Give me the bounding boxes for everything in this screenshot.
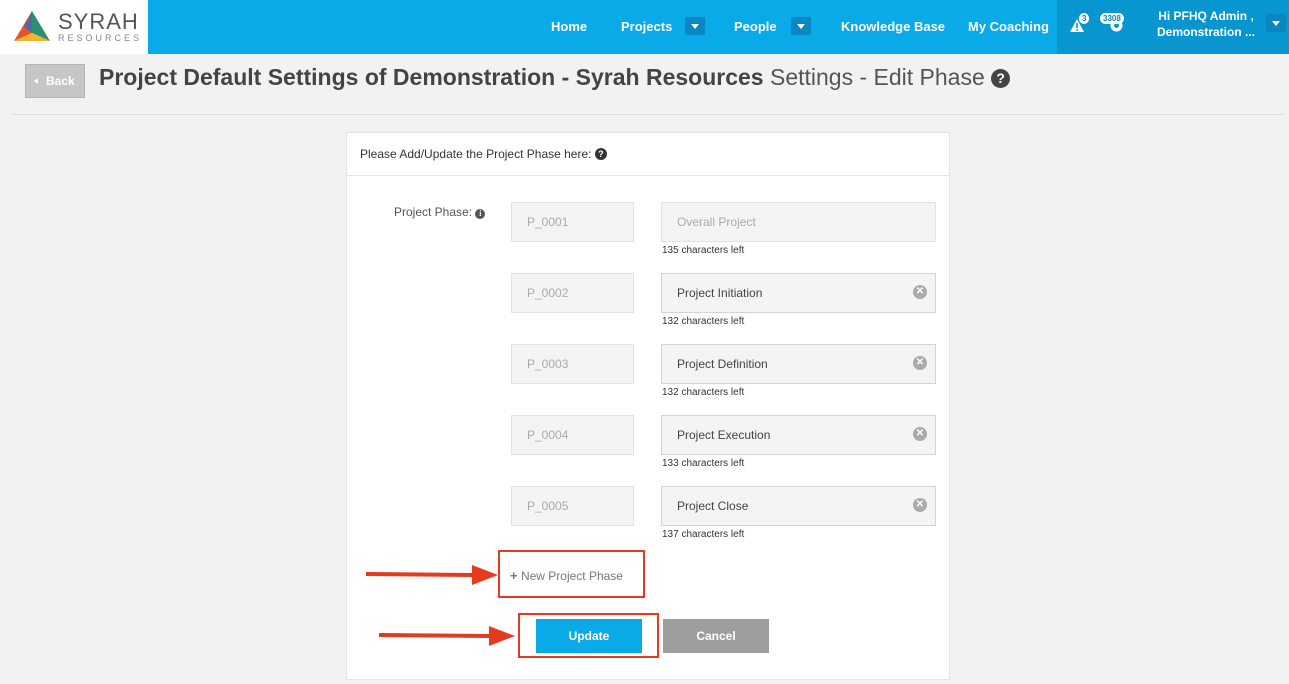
user-organization: Demonstration ... [1156, 25, 1255, 39]
projects-dropdown-button[interactable] [685, 17, 705, 35]
nav-my-coaching[interactable]: My Coaching [968, 0, 1049, 54]
notifications-count-badge: 3308 [1100, 13, 1124, 24]
chars-left: 132 characters left [662, 387, 745, 398]
user-dropdown-button[interactable] [1266, 14, 1286, 32]
nav-people[interactable]: People [734, 0, 777, 54]
phase-name-input[interactable]: Project Definition ✕ [661, 344, 936, 384]
phase-name-value: Project Close [677, 499, 749, 513]
brand-name: SYRAH [58, 9, 139, 34]
clear-icon[interactable]: ✕ [913, 427, 927, 441]
phase-name-value: Project Definition [677, 357, 768, 371]
phase-code-field: P_0004 [511, 415, 634, 455]
top-navbar: SYRAH RESOURCES Home Projects People Kno… [0, 0, 1289, 54]
brand-logo[interactable]: SYRAH RESOURCES [0, 0, 148, 54]
user-greeting: Hi PFHQ Admin , [1158, 9, 1254, 23]
phase-code-field: P_0005 [511, 486, 634, 526]
clear-icon[interactable]: ✕ [913, 356, 927, 370]
phase-name-value: Project Execution [677, 428, 771, 442]
phase-code-field: P_0003 [511, 344, 634, 384]
syrah-logo-icon [14, 11, 50, 41]
phase-name-field: Overall Project [661, 202, 936, 242]
phase-code-field: P_0002 [511, 273, 634, 313]
nav-projects[interactable]: Projects [621, 0, 672, 54]
highlight-box-new-phase [498, 550, 645, 598]
phase-code-field: P_0001 [511, 202, 634, 242]
help-icon[interactable]: ? [991, 69, 1011, 88]
panel-heading: Please Add/Update the Project Phase here… [347, 133, 949, 176]
phase-name-input[interactable]: Project Close ✕ [661, 486, 936, 526]
nav-home[interactable]: Home [551, 0, 587, 54]
phase-name-value: Project Initiation [677, 286, 763, 300]
phase-name-input[interactable]: Project Initiation ✕ [661, 273, 936, 313]
nav-knowledge-base[interactable]: Knowledge Base [841, 0, 945, 54]
brand-subtitle: RESOURCES [58, 33, 143, 43]
page-title-main: Project Default Settings of Demonstratio… [99, 64, 764, 90]
arrow-icon [379, 626, 515, 646]
back-button[interactable]: Back [25, 64, 85, 98]
project-phase-label-text: Project Phase: [394, 205, 473, 219]
clear-icon[interactable]: ✕ [913, 498, 927, 512]
page-title: Project Default Settings of Demonstratio… [99, 64, 1011, 91]
arrow-icon [366, 565, 498, 585]
clear-icon[interactable]: ✕ [913, 285, 927, 299]
chars-left: 133 characters left [662, 458, 745, 469]
project-phase-label: Project Phase: i [394, 205, 486, 219]
user-menu[interactable]: Hi PFHQ Admin , Demonstration ... [1146, 8, 1266, 40]
help-icon[interactable]: ? [594, 148, 607, 160]
cancel-button[interactable]: Cancel [663, 619, 769, 653]
highlight-box-update [518, 613, 659, 658]
panel-heading-text: Please Add/Update the Project Phase here… [360, 147, 592, 161]
info-icon[interactable]: i [475, 209, 486, 219]
chars-left: 132 characters left [662, 316, 745, 327]
phase-name-value: Overall Project [677, 215, 756, 229]
people-dropdown-button[interactable] [791, 17, 811, 35]
phase-name-input[interactable]: Project Execution ✕ [661, 415, 936, 455]
page-title-sub: Settings - Edit Phase [769, 64, 985, 90]
chars-left: 137 characters left [662, 529, 745, 540]
chars-left: 135 characters left [662, 245, 745, 256]
